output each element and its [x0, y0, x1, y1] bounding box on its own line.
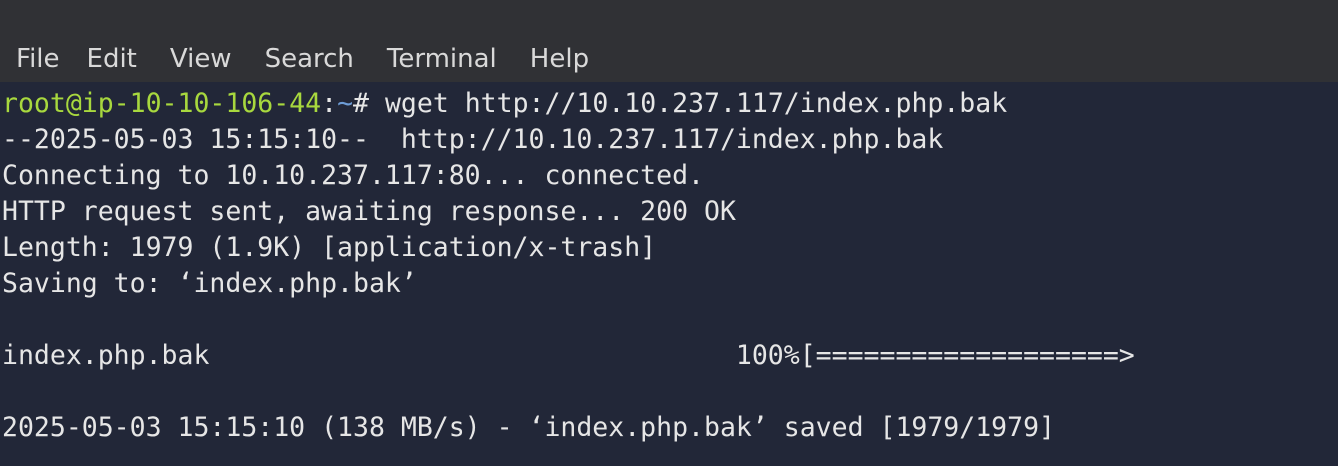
prompt-path: ~ [337, 88, 354, 119]
menu-bar: File Edit View Search Terminal Help [0, 36, 1338, 82]
prompt-user-host: root@ip-10-10-106-44 [2, 88, 322, 119]
output-line: 2025-05-03 15:15:10 (138 MB/s) - ‘index.… [2, 412, 1055, 443]
output-line: --2025-05-03 15:15:10-- http://10.10.237… [2, 124, 944, 155]
output-line: HTTP request sent, awaiting response... … [2, 196, 736, 227]
terminal-window: File Edit View Search Terminal Help root… [0, 0, 1338, 466]
menu-edit[interactable]: Edit [87, 36, 137, 82]
output-line: Length: 1979 (1.9K) [application/x-trash… [2, 232, 657, 263]
command-text: wget http://10.10.237.117/index.php.bak [384, 88, 1008, 119]
prompt-separator: : [321, 88, 338, 119]
menu-file[interactable]: File [16, 36, 60, 82]
menu-help[interactable]: Help [530, 36, 589, 82]
menu-search[interactable]: Search [265, 36, 354, 82]
prompt-symbol: # [353, 88, 385, 119]
output-line: Saving to: ‘index.php.bak’ [2, 268, 417, 299]
menu-terminal[interactable]: Terminal [387, 36, 497, 82]
terminal-output[interactable]: root@ip-10-10-106-44:~# wget http://10.1… [0, 82, 1338, 466]
menu-view[interactable]: View [170, 36, 232, 82]
output-line: Connecting to 10.10.237.117:80... connec… [2, 160, 704, 191]
progress-line: index.php.bak 100%[===================> [2, 340, 1135, 371]
prompt-line: root@ip-10-10-106-44:~# wget http://10.1… [2, 86, 1007, 122]
title-bar[interactable] [0, 0, 1338, 36]
